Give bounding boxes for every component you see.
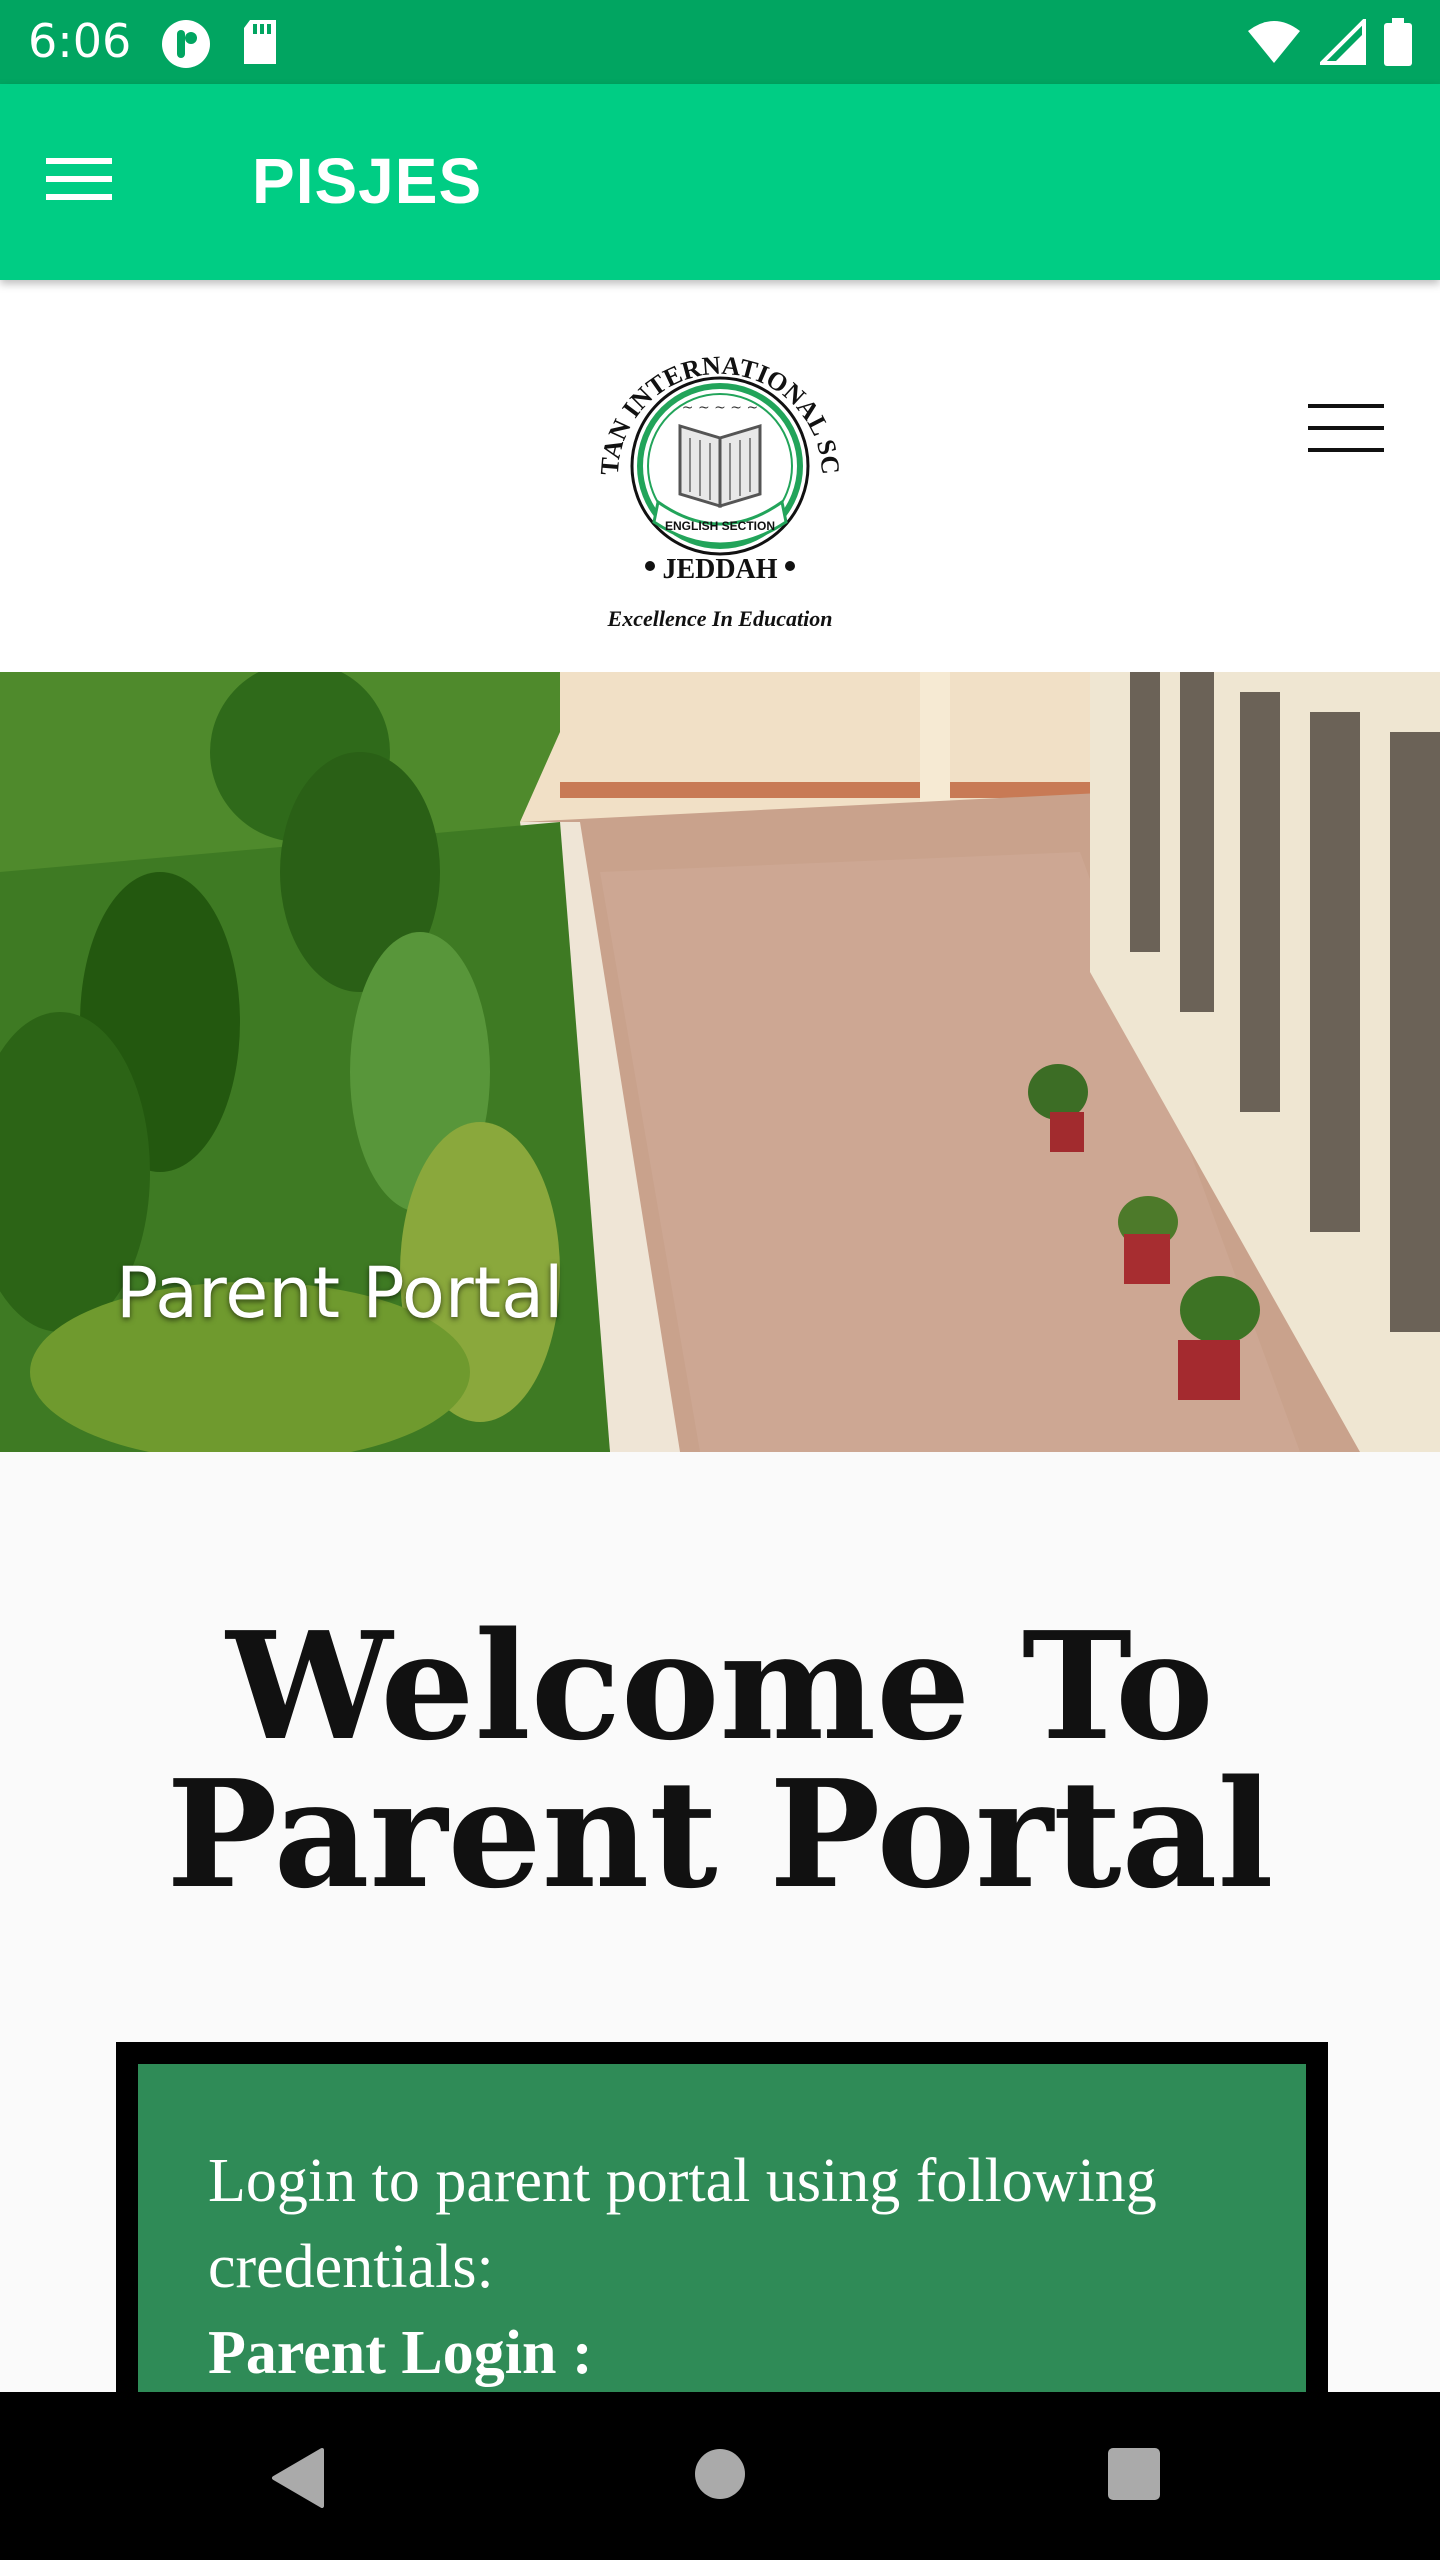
site-menu-button[interactable]	[1300, 392, 1400, 482]
menu-icon	[1308, 404, 1384, 452]
status-left-icons	[160, 18, 280, 70]
welcome-line-2: Parent Portal	[166, 1747, 1274, 1921]
status-bar: 6:06	[0, 0, 1440, 84]
data-icon	[162, 20, 210, 68]
welcome-heading: Welcome To Parent Portal	[0, 1612, 1440, 1908]
sd-card-icon	[244, 20, 276, 64]
status-time: 6:06	[28, 14, 132, 68]
app-bar: PISJES	[0, 84, 1440, 280]
site-header: PAKISTAN INTERNATIONAL SCHOOL ~ ~ ~ ~ ~ …	[0, 280, 1440, 672]
hamburger-menu-icon	[46, 158, 112, 200]
home-icon[interactable]	[694, 2448, 746, 2500]
navigation-bar	[0, 2392, 1440, 2560]
app-title: PISJES	[252, 145, 483, 217]
hero-image	[0, 672, 1440, 1452]
wifi-icon	[1248, 21, 1300, 63]
back-icon[interactable]	[270, 2448, 326, 2508]
credentials-intro: Login to parent portal using following c…	[208, 2147, 1157, 2301]
navigation-drawer-button[interactable]	[46, 144, 146, 224]
status-right-icons	[1246, 18, 1412, 66]
svg-text:~ ~ ~ ~ ~: ~ ~ ~ ~ ~	[682, 400, 758, 416]
flower-pot	[1118, 1196, 1178, 1284]
logo-tagline: Excellence In Education	[607, 606, 833, 631]
recents-icon[interactable]	[1108, 2448, 1160, 2500]
hero-banner: Parent Portal	[0, 672, 1440, 1452]
logo-city: JEDDAH	[662, 554, 777, 585]
battery-icon	[1384, 18, 1412, 66]
school-logo[interactable]: PAKISTAN INTERNATIONAL SCHOOL ~ ~ ~ ~ ~ …	[570, 316, 870, 646]
signal-icon	[1320, 19, 1366, 65]
parent-login-label: Parent Login :	[208, 2319, 593, 2387]
hero-caption: Parent Portal	[116, 1252, 564, 1334]
logo-ribbon-text: ENGLISH SECTION	[665, 519, 775, 533]
